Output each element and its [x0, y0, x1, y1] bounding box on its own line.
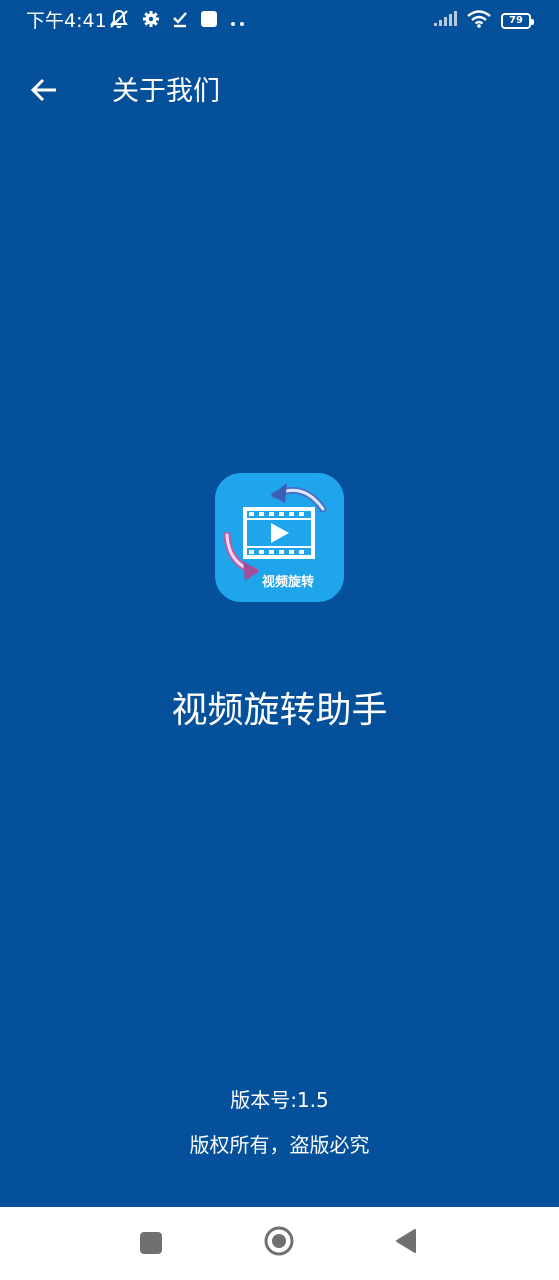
app-icon: 视频旋转 [215, 473, 344, 602]
status-left-icons [108, 8, 246, 34]
app-icon-label: 视频旋转 [261, 575, 314, 590]
more-dots-icon [230, 12, 246, 31]
status-time: 下午4:41 [26, 10, 107, 32]
home-circle-icon [263, 1225, 295, 1261]
app-bar: 关于我们 [0, 60, 559, 124]
status-right-icons: 79 [433, 10, 534, 32]
copyright-text: 版权所有，盗版必究 [189, 1133, 370, 1157]
home-button[interactable] [259, 1225, 299, 1261]
square-icon [140, 1232, 162, 1254]
triangle-back-icon [394, 1228, 418, 1258]
download-check-icon [172, 10, 188, 32]
version-text: 版本号:1.5 [230, 1088, 329, 1112]
page-title: 关于我们 [112, 76, 220, 107]
settings-gear-icon [142, 10, 160, 32]
wifi-icon [467, 10, 491, 32]
notifications-muted-icon [108, 8, 130, 34]
nav-back-button[interactable] [386, 1225, 426, 1261]
battery-icon: 79 [501, 13, 534, 29]
recent-apps-button[interactable] [131, 1225, 171, 1261]
about-screen: 下午4:41 79 关于我们 视频旋转 视频旋转助手 版本号:1.5 版权所有，… [0, 0, 559, 1280]
arrow-left-icon [30, 78, 58, 106]
battery-level: 79 [509, 15, 523, 26]
signal-icon [433, 11, 457, 31]
back-button[interactable] [24, 74, 64, 110]
status-bar: 下午4:41 79 [0, 0, 559, 42]
app-square-icon [200, 10, 218, 32]
app-name: 视频旋转助手 [171, 690, 388, 731]
navigation-bar [0, 1207, 559, 1280]
